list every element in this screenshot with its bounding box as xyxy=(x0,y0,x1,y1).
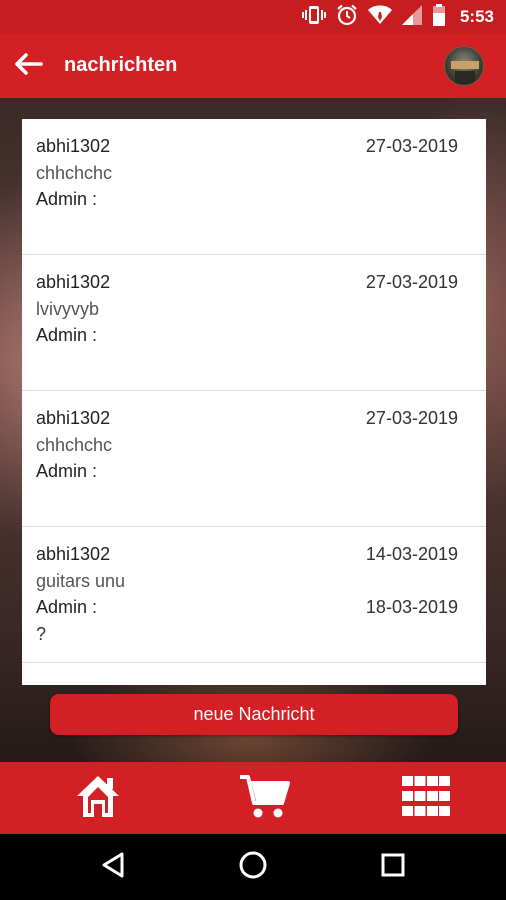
message-date: 14-03-2019 xyxy=(365,544,458,564)
arrow-left-icon xyxy=(13,52,43,81)
nav-menu-button[interactable] xyxy=(398,772,454,824)
message-date: 27-03-2019 xyxy=(365,272,458,292)
message-list[interactable]: abhi1302 27-03-2019 chhchchc Admin : abh… xyxy=(22,119,486,685)
new-message-button[interactable]: neue Nachricht xyxy=(50,694,458,735)
status-time: 5:53 xyxy=(459,7,494,26)
admin-reply-label: Admin : xyxy=(36,597,98,617)
bottom-nav xyxy=(0,762,506,834)
message-username: abhi1302 xyxy=(36,272,111,292)
message-item[interactable]: abhi1302 14-03-2019 guitars unu Admin : … xyxy=(22,527,486,663)
cart-icon xyxy=(238,773,290,824)
vibrate-icon xyxy=(301,5,326,30)
system-back-button[interactable] xyxy=(96,850,130,884)
message-text: guitars unu xyxy=(36,571,126,591)
cell-signal-icon xyxy=(401,4,422,30)
message-text: chhchchc xyxy=(36,163,113,183)
message-item[interactable]: abhi1302 27-03-2019 chhchchc Admin : xyxy=(22,119,486,255)
message-item[interactable]: abhi1302 27-03-2019 lvivyvyb Admin : xyxy=(22,255,486,391)
back-triangle-icon xyxy=(100,851,126,884)
home-icon xyxy=(74,773,122,824)
admin-reply-label: Admin : xyxy=(36,461,98,481)
admin-reply-date: 18-03-2019 xyxy=(365,597,458,617)
message-text: lvivyvyb xyxy=(36,299,100,319)
admin-reply-label: Admin : xyxy=(36,189,98,209)
system-navigation-bar xyxy=(0,834,506,900)
message-username: abhi1302 xyxy=(36,408,111,428)
back-button[interactable] xyxy=(10,48,46,84)
battery-icon xyxy=(432,3,446,31)
admin-reply-text: ? xyxy=(36,624,47,644)
grid-menu-icon xyxy=(402,775,450,821)
status-bar: 5:53 xyxy=(0,0,506,34)
nav-cart-button[interactable] xyxy=(236,772,292,824)
page-title: nachrichten xyxy=(64,54,178,76)
message-text: chhchchc xyxy=(36,435,113,455)
message-item[interactable]: abhi1302 27-03-2019 chhchchc Admin : xyxy=(22,391,486,527)
avatar[interactable] xyxy=(444,46,484,86)
system-home-button[interactable] xyxy=(236,850,270,884)
admin-reply-label: Admin : xyxy=(36,325,98,345)
app-bar: nachrichten xyxy=(0,34,506,98)
wifi-icon xyxy=(367,5,392,30)
home-circle-icon xyxy=(238,850,268,885)
recents-square-icon xyxy=(380,852,406,883)
alarm-icon xyxy=(336,4,358,31)
nav-home-button[interactable] xyxy=(70,772,126,824)
message-date: 27-03-2019 xyxy=(365,408,458,428)
message-date: 27-03-2019 xyxy=(365,136,458,156)
message-username: abhi1302 xyxy=(36,136,111,156)
message-username: abhi1302 xyxy=(36,544,111,564)
system-recents-button[interactable] xyxy=(376,850,410,884)
